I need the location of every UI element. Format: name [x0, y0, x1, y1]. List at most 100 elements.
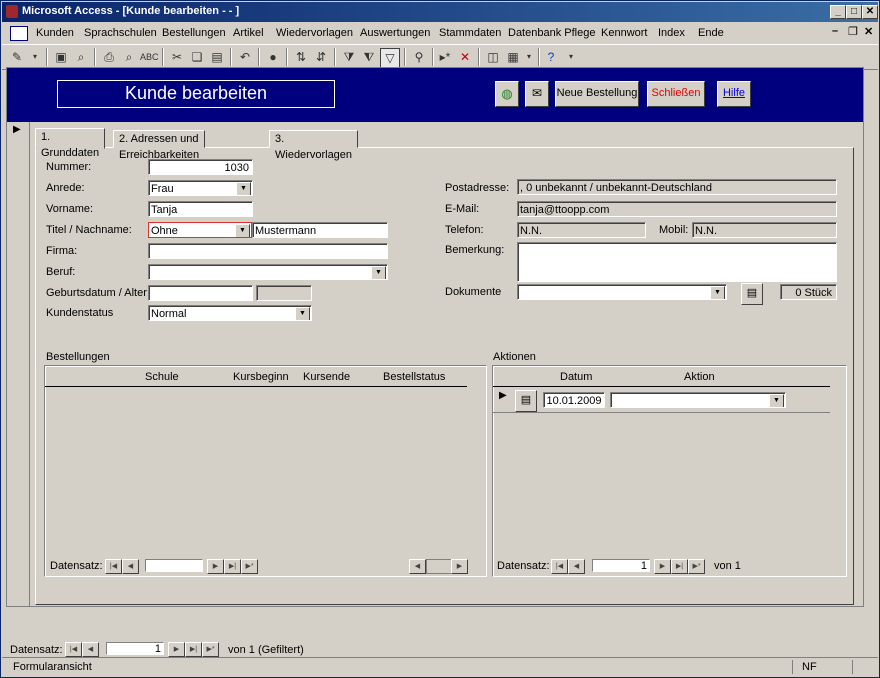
menu-stammdaten[interactable]: Stammdaten — [439, 27, 501, 39]
close-form-button[interactable]: Schließen — [647, 81, 705, 107]
scroll-left-icon[interactable]: ◀ — [409, 559, 426, 574]
toolbar-separator — [286, 48, 288, 66]
apply-filter-icon[interactable]: ▽ — [380, 48, 400, 68]
find-icon[interactable]: ⚲ — [410, 48, 428, 66]
print-preview-icon[interactable]: ⌕ — [120, 48, 138, 66]
menu-kunden[interactable]: Kunden — [36, 27, 74, 39]
prev-record-icon[interactable]: ◀ — [82, 642, 99, 657]
print-icon[interactable]: ⎙ — [100, 48, 118, 66]
next-record-icon[interactable]: ▶ — [168, 642, 185, 657]
menu-bestellungen[interactable]: Bestellungen — [162, 27, 226, 39]
sort-ascending-icon[interactable]: ⇅ — [292, 48, 310, 66]
actions-record-field[interactable]: 1 — [592, 559, 650, 572]
save-icon[interactable]: ▣ — [52, 48, 70, 66]
chevron-down-icon[interactable]: ▼ — [235, 224, 250, 237]
access-window: Microsoft Access - [Kunde bearbeiten - -… — [0, 0, 880, 678]
chevron-down-icon[interactable]: ▼ — [295, 307, 310, 320]
menu-auswertungen[interactable]: Auswertungen — [360, 27, 430, 39]
beruf-combo[interactable]: ▼ — [148, 264, 388, 280]
first-record-icon[interactable]: |◀ — [105, 559, 122, 574]
new-record-nav-icon[interactable]: ▶* — [202, 642, 219, 657]
kundenstatus-combo[interactable]: Normal ▼ — [148, 305, 312, 321]
titel-combo[interactable]: Ohne ▼ — [148, 222, 252, 238]
child-restore-icon[interactable]: ❐ — [848, 25, 858, 38]
mail-icon[interactable]: ✉ — [525, 81, 549, 107]
form-menu-icon[interactable] — [10, 26, 28, 41]
tab-grunddaten[interactable]: 1. Grunddaten — [35, 128, 106, 159]
cut-icon[interactable]: ✂ — [168, 48, 186, 66]
close-icon[interactable]: ✕ — [862, 5, 878, 19]
child-minimize-icon[interactable]: – — [832, 25, 838, 37]
action-date-field[interactable]: 10.01.2009 — [543, 392, 605, 408]
first-record-icon[interactable]: |◀ — [65, 642, 82, 657]
nachname-field[interactable]: Mustermann — [252, 222, 388, 238]
first-record-icon[interactable]: |◀ — [551, 559, 568, 574]
chevron-down-icon[interactable]: ▼ — [371, 266, 386, 279]
sort-descending-icon[interactable]: ⇵ — [312, 48, 330, 66]
help-icon[interactable]: ? — [542, 48, 560, 66]
add-document-button[interactable]: ▤ — [741, 283, 763, 305]
geburtsdatum-field[interactable] — [148, 285, 253, 301]
toolbar-options-icon[interactable]: ▾ — [562, 48, 580, 66]
new-record-nav-icon[interactable]: ▶* — [241, 559, 258, 574]
next-record-icon[interactable]: ▶ — [654, 559, 671, 574]
record-selector[interactable]: ▶ — [7, 122, 30, 606]
last-record-icon[interactable]: ▶| — [224, 559, 241, 574]
menu-datenbank-pflege[interactable]: Datenbank Pflege — [508, 27, 595, 39]
horizontal-scrollbar[interactable] — [426, 559, 452, 574]
chevron-down-icon[interactable]: ▼ — [710, 286, 725, 299]
scroll-right-icon[interactable]: ▶ — [451, 559, 468, 574]
world-icon[interactable]: ◍ — [495, 81, 519, 107]
firma-field[interactable] — [148, 243, 388, 259]
chevron-down-icon[interactable]: ▼ — [769, 394, 784, 407]
next-record-icon[interactable]: ▶ — [207, 559, 224, 574]
last-record-icon[interactable]: ▶| — [671, 559, 688, 574]
filter-form-icon[interactable]: ⧨ — [360, 48, 378, 66]
new-order-button[interactable]: Neue Bestellung — [555, 81, 639, 107]
minimize-icon[interactable]: _ — [830, 5, 846, 19]
maximize-icon[interactable]: □ — [846, 5, 862, 19]
new-record-nav-icon[interactable]: ▶* — [688, 559, 705, 574]
orders-record-field[interactable] — [145, 559, 203, 572]
nummer-field[interactable]: 1030 — [148, 159, 253, 175]
vorname-field[interactable]: Tanja — [148, 201, 253, 217]
menu-kennwort[interactable]: Kennwort — [601, 27, 647, 39]
menu-ende[interactable]: Ende — [698, 27, 724, 39]
last-record-icon[interactable]: ▶| — [185, 642, 202, 657]
menu-wiedervorlagen[interactable]: Wiedervorlagen — [276, 27, 353, 39]
main-record-field[interactable]: 1 — [106, 642, 164, 655]
dropdown-arrow-icon[interactable]: ▾ — [26, 48, 44, 66]
new-record-icon[interactable]: ▸* — [436, 48, 454, 66]
toolbar-separator — [404, 48, 406, 66]
copy-icon[interactable]: ❏ — [188, 48, 206, 66]
action-open-button[interactable]: ▤ — [515, 390, 537, 412]
database-window-icon[interactable]: ◫ — [484, 48, 502, 66]
search-file-icon[interactable]: ⌕ — [72, 48, 90, 66]
help-button[interactable]: Hilfe — [717, 81, 751, 107]
bemerkung-field[interactable] — [517, 242, 837, 282]
tab-adressen[interactable]: 2. Adressen und Erreichbarkeiten — [113, 130, 206, 161]
undo-icon[interactable]: ↶ — [236, 48, 254, 66]
insert-object-icon[interactable]: ● — [264, 48, 282, 66]
nummer-label: Nummer: — [46, 161, 92, 173]
delete-record-icon[interactable]: ✕ — [456, 48, 474, 66]
spelling-icon[interactable]: ABC — [140, 48, 159, 66]
tab-wiedervorlagen[interactable]: 3. Wiedervorlagen — [269, 130, 359, 161]
orders-nav-label: Datensatz: — [50, 560, 103, 572]
dropdown-arrow-icon[interactable]: ▾ — [520, 48, 538, 66]
anrede-combo[interactable]: Frau ▼ — [148, 180, 253, 196]
filter-selection-icon[interactable]: ⧩ — [340, 48, 358, 66]
prev-record-icon[interactable]: ◀ — [122, 559, 139, 574]
bestellungen-subform: Schule Kursbeginn Kursende Bestellstatus… — [44, 365, 487, 577]
design-view-icon[interactable]: ✎ — [8, 48, 26, 66]
paste-icon[interactable]: ▤ — [208, 48, 226, 66]
chevron-down-icon[interactable]: ▼ — [236, 182, 251, 195]
dokumente-combo[interactable]: ▼ — [517, 284, 727, 300]
menu-artikel[interactable]: Artikel — [233, 27, 264, 39]
child-close-icon[interactable]: ✕ — [864, 25, 873, 38]
action-combo[interactable]: ▼ — [610, 392, 786, 408]
menu-index[interactable]: Index — [658, 27, 685, 39]
kunde-form: Kunde bearbeiten ◍ ✉ Neue Bestellung Sch… — [6, 67, 864, 607]
menu-sprachschulen[interactable]: Sprachschulen — [84, 27, 157, 39]
prev-record-icon[interactable]: ◀ — [568, 559, 585, 574]
